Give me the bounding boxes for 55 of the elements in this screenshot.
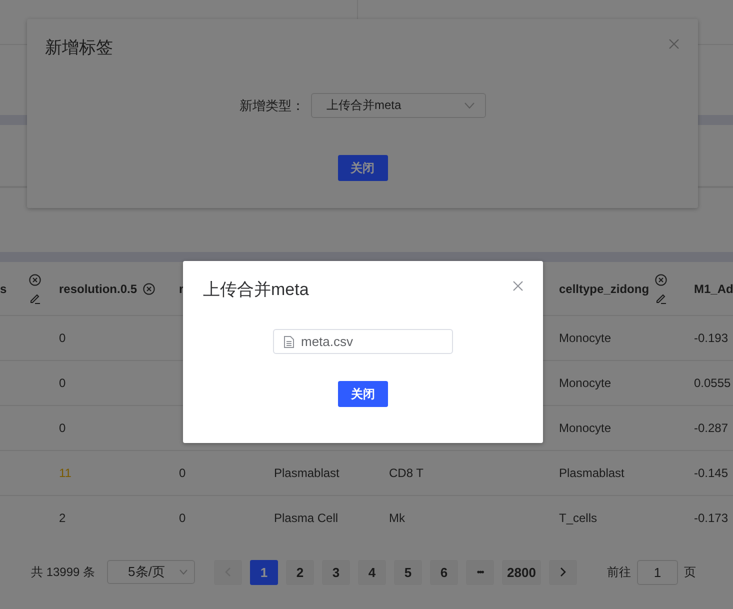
table-cell: -0.193 [694, 331, 728, 345]
page-button[interactable]: 2800 [502, 560, 541, 584]
table-cell: Monocyte [559, 331, 612, 345]
chevron-right-icon [558, 567, 567, 577]
table-cell: Mk [389, 511, 405, 525]
page-button[interactable]: 1 [250, 560, 278, 584]
remove-icon[interactable] [143, 282, 156, 294]
table-cell: T_cells [559, 511, 598, 525]
dialog-title: 上传合并meta [203, 279, 309, 301]
type-select[interactable]: 上传合并meta [310, 93, 486, 118]
column-header: s [0, 282, 7, 296]
table-cell: 0 [59, 376, 66, 390]
page-button[interactable]: 4 [358, 560, 386, 584]
table-cell: 0.0555 [694, 376, 731, 390]
table-cell: 0 [59, 421, 66, 435]
more-pages-button[interactable]: ••• [466, 560, 494, 584]
column-header: resolution.0.5 [59, 282, 138, 296]
total-count: 共 13999 条 [31, 564, 96, 580]
page-size-select[interactable]: 5条/页 [107, 560, 196, 584]
table-cell: Monocyte [559, 421, 612, 435]
page-button[interactable]: 2 [286, 560, 314, 584]
document-icon [284, 336, 294, 348]
close-button[interactable]: 关闭 [338, 381, 388, 407]
table-cell: Monocyte [559, 376, 612, 390]
goto-label: 前往 [606, 564, 631, 580]
table-cell: Plasma Cell [274, 511, 338, 525]
table-cell: 0 [179, 466, 186, 480]
file-item[interactable]: meta.csv [273, 329, 453, 354]
table-cell: -0.145 [694, 466, 728, 480]
page-button[interactable]: 5 [394, 560, 422, 584]
table-cell: Plasmablast [274, 466, 340, 480]
dialog-title: 新增标签 [45, 37, 113, 59]
table-cell: CD8 T [389, 466, 424, 480]
table-cell: 0 [59, 331, 66, 345]
column-header: celltype_zidong [559, 282, 650, 296]
column-header: M1_Ad [694, 282, 733, 296]
table-cell: -0.173 [694, 511, 728, 525]
goto-page-field[interactable]: 1 [636, 560, 678, 584]
page-suffix: 页 [684, 564, 696, 580]
edit-icon[interactable] [29, 292, 41, 304]
table-cell: 11 [59, 466, 72, 480]
table-cell: 0 [179, 511, 186, 525]
close-icon[interactable] [513, 281, 523, 291]
close-button[interactable]: 关闭 [338, 155, 388, 181]
field-label: 新增类型： [240, 96, 304, 114]
caret-icon [179, 569, 188, 575]
caret-icon [464, 102, 474, 109]
page-button[interactable]: 3 [322, 560, 350, 584]
edit-icon[interactable] [655, 292, 668, 304]
page-button[interactable]: 6 [430, 560, 458, 584]
remove-icon[interactable] [29, 274, 41, 286]
table-cell: Plasmablast [559, 466, 624, 480]
remove-icon[interactable] [655, 274, 668, 286]
table-cell: 2 [59, 511, 66, 525]
table-cell: -0.287 [694, 421, 728, 435]
